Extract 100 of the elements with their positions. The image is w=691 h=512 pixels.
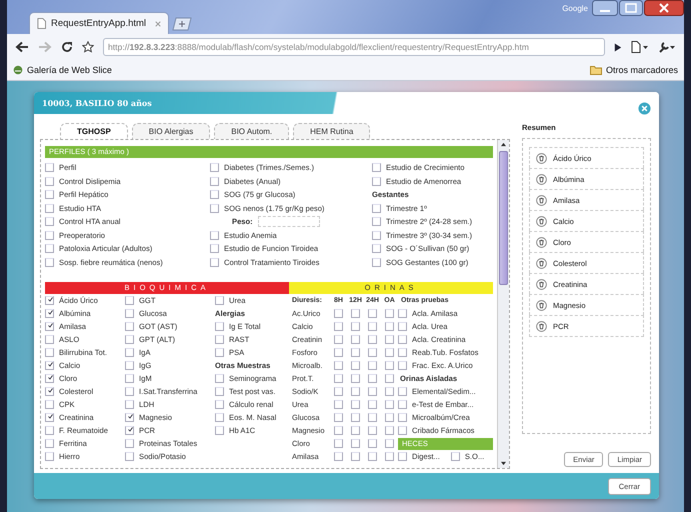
checkbox[interactable] [398, 361, 407, 370]
trash-icon[interactable] [536, 194, 547, 206]
checkbox[interactable] [45, 348, 54, 357]
reload-icon[interactable] [61, 41, 73, 53]
checkbox[interactable] [351, 374, 360, 383]
checkbox[interactable] [45, 387, 54, 396]
checkbox[interactable] [398, 452, 407, 461]
checkbox[interactable] [351, 348, 360, 357]
checkbox[interactable] [45, 361, 54, 370]
checkbox[interactable] [125, 296, 134, 305]
checkbox[interactable] [45, 176, 54, 186]
checkbox[interactable] [351, 452, 360, 461]
checkbox[interactable] [45, 439, 54, 448]
checkbox[interactable] [334, 322, 343, 331]
checkbox[interactable] [45, 163, 54, 172]
checkbox[interactable] [45, 413, 54, 422]
checkbox[interactable] [372, 176, 381, 186]
checkbox[interactable] [334, 452, 343, 461]
minimize-icon[interactable] [592, 0, 618, 16]
checkbox[interactable] [125, 309, 134, 318]
checkbox[interactable] [385, 413, 394, 422]
checkbox[interactable] [210, 244, 219, 254]
checkbox[interactable] [45, 258, 54, 267]
checkbox[interactable] [45, 309, 54, 318]
trash-icon[interactable] [536, 300, 547, 310]
checkbox[interactable] [398, 335, 407, 344]
checkbox[interactable] [398, 309, 407, 318]
checkbox[interactable] [385, 400, 394, 409]
checkbox[interactable] [210, 230, 219, 240]
checkbox[interactable] [45, 190, 54, 200]
tab[interactable]: BIO Alergias [132, 123, 210, 139]
checkbox[interactable] [368, 335, 377, 344]
checkbox[interactable] [398, 426, 407, 435]
checkbox[interactable] [351, 439, 360, 448]
checkbox[interactable] [334, 426, 343, 435]
checkbox[interactable] [398, 322, 407, 331]
checkbox[interactable] [368, 361, 377, 370]
checkbox[interactable] [215, 374, 224, 383]
checkbox[interactable] [45, 452, 54, 461]
checkbox[interactable] [368, 387, 377, 396]
checkbox[interactable] [215, 322, 224, 331]
checkbox[interactable] [368, 348, 377, 357]
checkbox[interactable] [45, 335, 54, 344]
checkbox[interactable] [385, 309, 394, 318]
checkbox[interactable] [334, 387, 343, 396]
checkbox[interactable] [351, 400, 360, 409]
checkbox[interactable] [45, 230, 54, 240]
checkbox[interactable] [398, 400, 407, 409]
trash-icon[interactable] [536, 216, 547, 226]
checkbox[interactable] [125, 439, 134, 448]
bookmark-folder[interactable]: Otros marcadores [590, 65, 678, 75]
checkbox[interactable] [45, 374, 54, 383]
checkbox[interactable] [125, 348, 134, 357]
checkbox[interactable] [368, 439, 377, 448]
checkbox[interactable] [125, 426, 134, 435]
checkbox[interactable] [45, 217, 54, 226]
checkbox[interactable] [368, 426, 377, 435]
checkbox[interactable] [385, 348, 394, 357]
checkbox[interactable] [334, 335, 343, 344]
scroll-down-icon[interactable] [500, 461, 507, 466]
checkbox[interactable] [125, 322, 134, 331]
checkbox[interactable] [398, 387, 407, 396]
bookmark-link[interactable]: Galería de Web Slice [13, 65, 112, 75]
checkbox[interactable] [334, 400, 343, 409]
checkbox[interactable] [368, 309, 377, 318]
trash-icon[interactable] [536, 258, 547, 268]
checkbox[interactable] [215, 348, 224, 357]
checkbox[interactable] [210, 190, 219, 200]
checkbox[interactable] [385, 452, 394, 461]
checkbox[interactable] [385, 335, 394, 344]
checkbox[interactable] [351, 322, 360, 331]
checkbox[interactable] [125, 335, 134, 344]
star-icon[interactable] [82, 41, 94, 53]
checkbox[interactable] [334, 413, 343, 422]
checkbox[interactable] [372, 204, 381, 213]
checkbox[interactable] [334, 309, 343, 318]
checkbox[interactable] [385, 387, 394, 396]
tab[interactable]: BIO Autom. [214, 123, 290, 139]
checkbox[interactable] [215, 335, 224, 344]
checkbox[interactable] [334, 361, 343, 370]
checkbox[interactable] [351, 413, 360, 422]
checkbox[interactable] [215, 296, 224, 305]
checkbox[interactable] [450, 452, 460, 461]
checkbox[interactable] [215, 387, 224, 396]
checkbox[interactable] [125, 374, 134, 383]
checkbox[interactable] [45, 400, 54, 409]
page-menu-icon[interactable] [631, 41, 649, 53]
checkbox[interactable] [351, 309, 360, 318]
checkbox[interactable] [368, 452, 377, 461]
tab[interactable]: TGHOSP [60, 123, 128, 139]
checkbox[interactable] [125, 413, 134, 422]
checkbox[interactable] [385, 439, 394, 448]
tab[interactable]: HEM Rutina [293, 123, 370, 139]
checkbox[interactable] [351, 426, 360, 435]
address-field[interactable]: http://192.8.3.223:8888/modulab/flash/com/systelab/modulabgold/flexclient/requestentry/RequestEntryApp.htm [103, 38, 605, 56]
checkbox[interactable] [351, 335, 360, 344]
checkbox[interactable] [368, 322, 377, 331]
wrench-icon[interactable] [658, 41, 676, 53]
checkbox[interactable] [45, 322, 54, 331]
checkbox[interactable] [215, 413, 224, 422]
